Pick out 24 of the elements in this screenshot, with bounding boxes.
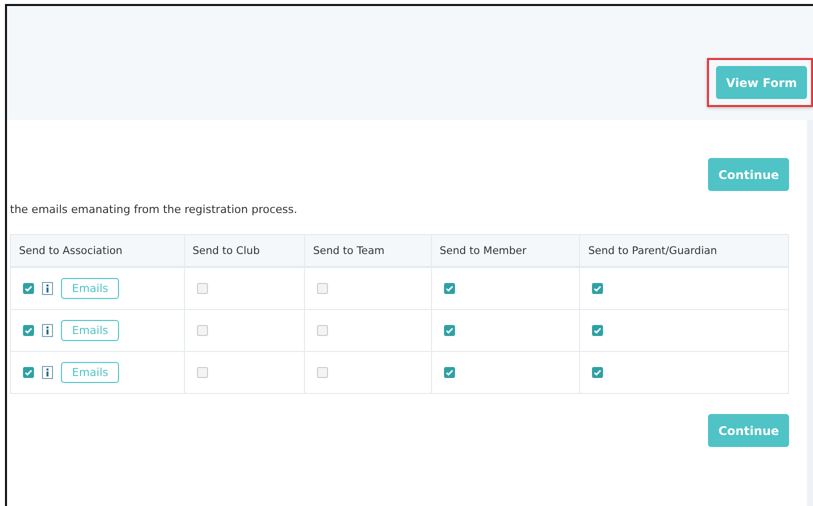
emails-button[interactable]: Emails (61, 278, 120, 299)
continue-button[interactable]: Continue (708, 414, 789, 447)
view-form-button[interactable]: View Form (716, 66, 807, 99)
continue-button[interactable]: Continue (708, 158, 789, 191)
checkbox[interactable] (444, 367, 455, 378)
column-header: Send to Club (184, 234, 305, 267)
info-icon[interactable] (42, 324, 53, 337)
checkbox[interactable] (23, 283, 34, 294)
column-header: Send to Member (431, 234, 580, 267)
checkbox[interactable] (592, 325, 604, 336)
column-header: Send to Team (304, 234, 432, 267)
info-icon[interactable] (42, 366, 53, 379)
column-header: Send to Association (10, 234, 184, 267)
checkbox[interactable] (592, 283, 604, 294)
checkbox[interactable] (23, 367, 34, 378)
info-icon[interactable] (42, 282, 53, 295)
checkbox[interactable] (23, 325, 34, 336)
intro-text: the emails emanating from the registration process. (10, 203, 298, 216)
checkbox[interactable] (592, 367, 604, 378)
emails-button[interactable]: Emails (61, 362, 120, 383)
column-header: Send to Parent/Guardian (580, 234, 788, 267)
emails-button[interactable]: Emails (61, 320, 120, 341)
checkbox[interactable] (444, 325, 455, 336)
checkbox[interactable] (444, 283, 455, 294)
